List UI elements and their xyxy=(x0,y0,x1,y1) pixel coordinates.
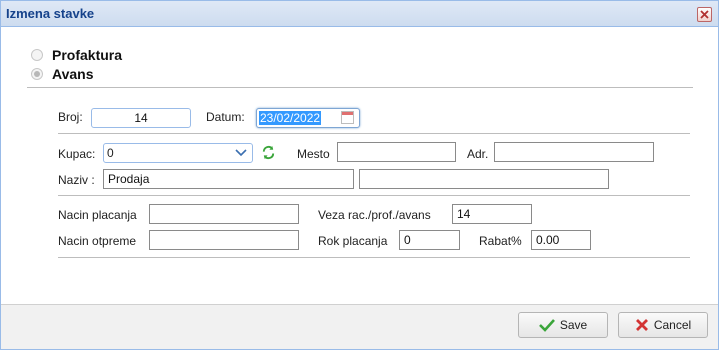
adr-input[interactable] xyxy=(494,142,654,162)
calendar-icon[interactable] xyxy=(341,111,354,124)
divider xyxy=(58,257,690,258)
veza-label: Veza rac./prof./avans xyxy=(318,208,431,222)
datum-label: Datum: xyxy=(206,110,245,124)
rok-placanja-label: Rok placanja xyxy=(318,234,388,248)
nacin-placanja-label: Nacin placanja xyxy=(58,208,137,222)
rabat-label: Rabat% xyxy=(479,234,522,248)
naziv-label: Naziv : xyxy=(58,173,95,187)
radio-avans-button[interactable] xyxy=(31,68,43,80)
radio-avans[interactable]: Avans xyxy=(31,66,94,82)
naziv-input[interactable] xyxy=(103,169,354,189)
mesto-label: Mesto xyxy=(297,147,330,161)
kupac-value: 0 xyxy=(107,146,114,160)
radio-profaktura-button[interactable] xyxy=(31,49,43,61)
naziv2-input[interactable] xyxy=(359,169,609,189)
broj-label: Broj: xyxy=(58,110,83,124)
datum-input[interactable]: 23/02/2022 xyxy=(256,108,360,128)
nacin-otpreme-label: Nacin otpreme xyxy=(58,234,137,248)
check-icon xyxy=(538,319,555,332)
dialog-body: Profaktura Avans Broj: Datum: 23/02/2022… xyxy=(7,28,714,304)
refresh-icon[interactable] xyxy=(261,145,276,160)
window-title: Izmena stavke xyxy=(6,6,95,21)
datum-value: 23/02/2022 xyxy=(259,111,322,125)
veza-input[interactable] xyxy=(452,204,532,224)
close-icon xyxy=(700,10,709,19)
edit-item-dialog: Izmena stavke Profaktura Avans Broj: Dat… xyxy=(0,0,719,350)
kupac-select[interactable]: 0 xyxy=(103,143,253,163)
broj-input[interactable] xyxy=(91,108,191,128)
divider xyxy=(58,195,690,196)
divider xyxy=(58,133,690,134)
rok-placanja-input[interactable] xyxy=(399,230,460,250)
radio-profaktura-label: Profaktura xyxy=(52,47,123,63)
radio-avans-label: Avans xyxy=(52,66,94,82)
radio-profaktura[interactable]: Profaktura xyxy=(31,47,122,63)
title-bar: Izmena stavke xyxy=(1,1,718,27)
cancel-button[interactable]: Cancel xyxy=(618,312,708,338)
rabat-input[interactable] xyxy=(531,230,591,250)
nacin-placanja-input[interactable] xyxy=(149,204,299,224)
nacin-otpreme-input[interactable] xyxy=(149,230,299,250)
kupac-label: Kupac: xyxy=(58,147,96,161)
close-button[interactable] xyxy=(697,7,712,22)
mesto-input[interactable] xyxy=(337,142,456,162)
divider xyxy=(27,87,693,88)
cancel-label: Cancel xyxy=(653,318,692,332)
adr-label: Adr. xyxy=(467,147,489,161)
chevron-down-icon[interactable] xyxy=(235,148,247,158)
save-label: Save xyxy=(559,318,588,332)
button-bar: Save Cancel xyxy=(1,304,718,349)
save-button[interactable]: Save xyxy=(518,312,608,338)
x-icon xyxy=(635,319,648,331)
